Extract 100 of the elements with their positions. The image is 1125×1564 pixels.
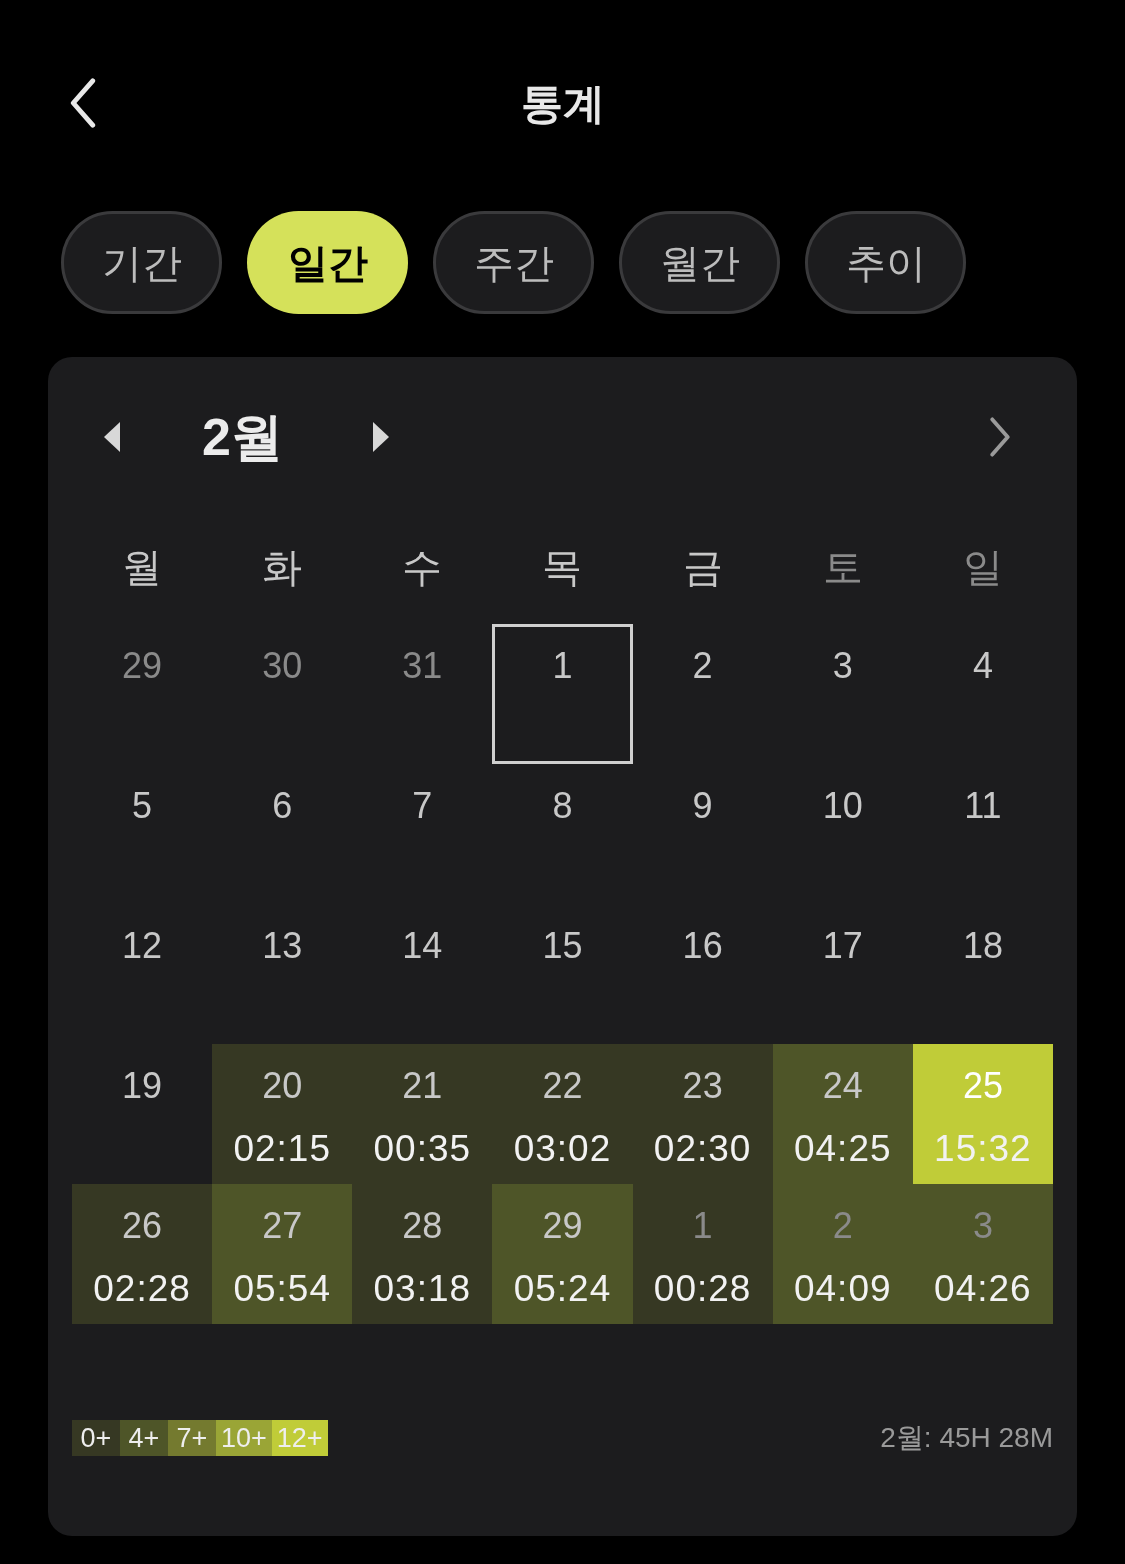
duration-text: 02:15 — [233, 1127, 331, 1171]
weekday-label: 금 — [682, 544, 723, 587]
weekday-label: 목 — [542, 544, 583, 587]
day-number: 12 — [122, 924, 163, 965]
legend-item: 0+ — [72, 1420, 120, 1456]
day-number: 29 — [122, 644, 163, 685]
day-cell[interactable]: 29 05:24 — [492, 1184, 633, 1324]
day-cell[interactable]: 29 — [72, 624, 213, 764]
duration-text: 02:28 — [93, 1267, 191, 1311]
day-number: 30 — [262, 644, 303, 685]
day-number: 16 — [682, 924, 723, 965]
day-cell[interactable]: 8 — [492, 764, 633, 904]
legend-item: 10+ — [216, 1420, 272, 1456]
day-cell[interactable]: 21 00:35 — [352, 1044, 493, 1184]
next-month-icon[interactable] — [372, 422, 389, 452]
day-cell[interactable]: 4 — [912, 624, 1053, 764]
day-cell[interactable]: 3 04:26 — [912, 1184, 1053, 1324]
day-number: 26 — [122, 1204, 163, 1245]
day-cell[interactable]: 11 — [912, 764, 1053, 904]
day-cell[interactable]: 1 — [492, 624, 633, 764]
day-cell[interactable]: 27 05:54 — [212, 1184, 353, 1324]
day-cell[interactable]: 9 — [632, 764, 773, 904]
day-number: 23 — [682, 1064, 723, 1105]
weekday-label: 화 — [262, 544, 303, 587]
day-cell[interactable]: 30 — [212, 624, 353, 764]
day-number: 5 — [132, 784, 153, 825]
duration-text: 03:18 — [373, 1267, 472, 1311]
day-cell[interactable]: 18 — [912, 904, 1053, 1044]
day-number: 15 — [542, 924, 583, 965]
day-cell[interactable]: 3 — [772, 624, 913, 764]
day-number: 28 — [402, 1204, 443, 1245]
duration-text: 04:25 — [793, 1127, 892, 1171]
day-cell[interactable]: 12 — [72, 904, 213, 1044]
period-tab[interactable]: 추이 — [805, 211, 966, 314]
duration-text: 03:02 — [513, 1127, 612, 1171]
day-number: 25 — [962, 1064, 1003, 1105]
period-tab[interactable]: 주간 — [433, 211, 594, 314]
day-number: 20 — [262, 1064, 303, 1105]
day-cell[interactable]: 7 — [352, 764, 493, 904]
day-number: 21 — [402, 1064, 443, 1105]
day-cell[interactable]: 20 02:15 — [212, 1044, 353, 1184]
day-cell[interactable]: 16 — [632, 904, 773, 1044]
day-number: 18 — [962, 924, 1003, 965]
day-number: 7 — [412, 784, 433, 825]
day-number: 17 — [822, 924, 863, 965]
day-cell[interactable]: 19 — [72, 1044, 213, 1184]
day-number: 11 — [964, 784, 1002, 825]
day-number: 24 — [822, 1064, 863, 1105]
day-cell[interactable]: 1 00:28 — [632, 1184, 773, 1324]
day-number: 22 — [542, 1064, 583, 1105]
duration-text: 05:54 — [233, 1267, 331, 1311]
back-icon[interactable] — [68, 78, 98, 128]
period-tab[interactable]: 기간 — [61, 211, 222, 314]
month-label: 2월 — [202, 407, 283, 468]
day-number: 9 — [692, 784, 713, 825]
duration-text: 05:24 — [513, 1267, 612, 1311]
day-number: 3 — [972, 1204, 993, 1245]
duration-text: 04:09 — [793, 1267, 892, 1311]
period-tab[interactable]: 일간 — [247, 211, 408, 314]
day-number: 1 — [552, 644, 573, 685]
day-number: 2 — [692, 644, 713, 685]
day-cell[interactable]: 13 — [212, 904, 353, 1044]
duration-text: 04:26 — [934, 1267, 1032, 1311]
weekday-label: 수 — [402, 544, 443, 587]
day-cell[interactable]: 6 — [212, 764, 353, 904]
day-number: 19 — [122, 1064, 163, 1105]
day-number: 29 — [542, 1204, 583, 1245]
day-cell[interactable]: 23 02:30 — [632, 1044, 773, 1184]
day-cell[interactable]: 2 — [632, 624, 773, 764]
period-tab[interactable]: 월간 — [619, 211, 780, 314]
day-number: 2 — [832, 1204, 853, 1245]
day-number: 1 — [692, 1204, 713, 1245]
forward-icon[interactable] — [989, 417, 1011, 457]
day-cell[interactable]: 2 04:09 — [772, 1184, 913, 1324]
day-number: 13 — [262, 924, 303, 965]
day-number: 14 — [402, 924, 443, 965]
day-number: 31 — [402, 644, 443, 685]
duration-text: 00:28 — [653, 1267, 752, 1311]
duration-text: 00:35 — [373, 1127, 472, 1171]
day-cell[interactable]: 31 — [352, 624, 493, 764]
day-cell[interactable]: 10 — [772, 764, 913, 904]
duration-text: 15:32 — [934, 1127, 1032, 1171]
day-number: 10 — [822, 784, 863, 825]
day-number: 3 — [832, 644, 853, 685]
day-cell[interactable]: 17 — [772, 904, 913, 1044]
day-number: 27 — [262, 1204, 303, 1245]
weekday-label: 일 — [962, 544, 1003, 587]
day-cell[interactable]: 28 03:18 — [352, 1184, 493, 1324]
monthly-total: 2월: 45H 28M — [880, 1421, 1053, 1455]
day-cell[interactable]: 15 — [492, 904, 633, 1044]
legend-item: 7+ — [168, 1420, 216, 1456]
previous-month-icon[interactable] — [104, 422, 120, 452]
day-cell[interactable]: 26 02:28 — [72, 1184, 213, 1324]
day-cell[interactable]: 22 03:02 — [492, 1044, 633, 1184]
day-cell[interactable]: 24 04:25 — [772, 1044, 913, 1184]
day-cell[interactable]: 14 — [352, 904, 493, 1044]
day-number: 6 — [272, 784, 293, 825]
legend-item: 12+ — [271, 1420, 328, 1456]
weekday-label: 월 — [122, 544, 163, 587]
day-cell[interactable]: 5 — [72, 764, 213, 904]
